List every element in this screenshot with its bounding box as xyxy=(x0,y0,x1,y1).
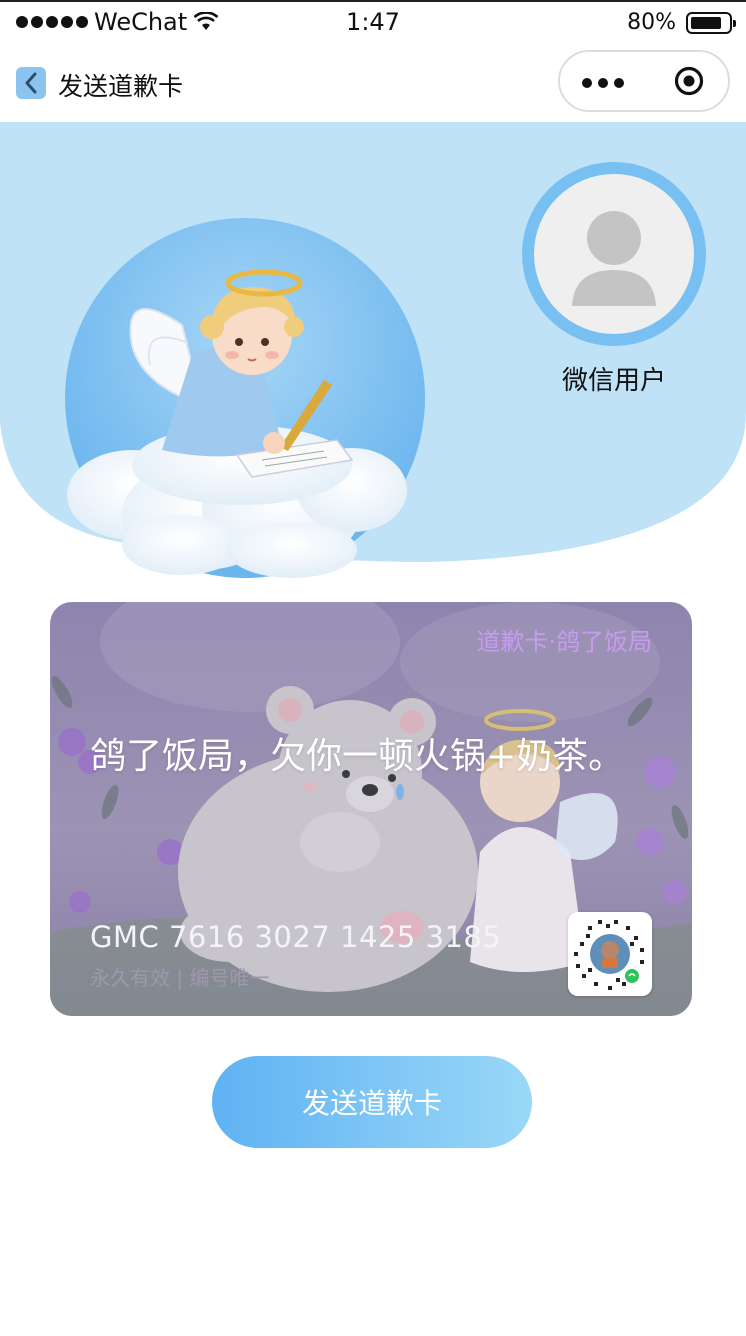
battery-group: 80% xyxy=(627,10,736,35)
back-button[interactable] xyxy=(16,67,46,99)
card-tag: 道歉卡·鸽了饭局 xyxy=(476,628,652,656)
username: 微信用户 xyxy=(561,366,666,396)
target-icon[interactable] xyxy=(674,66,704,96)
qr-code-icon xyxy=(574,920,644,990)
top-border xyxy=(0,0,746,2)
angel-illustration xyxy=(65,218,425,578)
card-number: GMC 7616 3027 1425 3185 xyxy=(90,920,502,954)
card-message: 鸽了饭局，欠你一顿火锅+奶茶。 xyxy=(90,736,625,777)
miniprogram-capsule xyxy=(558,50,730,112)
apology-card: 道歉卡·鸽了饭局 鸽了饭局，欠你一顿火锅+奶茶。 GMC 7616 3027 1… xyxy=(50,602,692,1016)
chevron-left-icon xyxy=(25,72,37,94)
status-bar: WeChat 1:47 80% xyxy=(0,0,746,50)
send-card-button[interactable]: 发送道歉卡 xyxy=(212,1056,532,1148)
nav-bar: 发送道歉卡 xyxy=(0,50,746,122)
avatar-ring xyxy=(522,162,706,346)
miniprogram-qr-code[interactable] xyxy=(568,912,652,996)
page-title: 发送道歉卡 xyxy=(58,72,184,101)
default-user-icon xyxy=(572,211,656,306)
card-validity: 永久有效 | 编号唯一 xyxy=(90,966,270,990)
avatar[interactable] xyxy=(534,174,694,334)
battery-icon xyxy=(686,11,736,34)
more-dots-icon[interactable] xyxy=(582,78,624,88)
battery-percent: 80% xyxy=(627,10,676,35)
